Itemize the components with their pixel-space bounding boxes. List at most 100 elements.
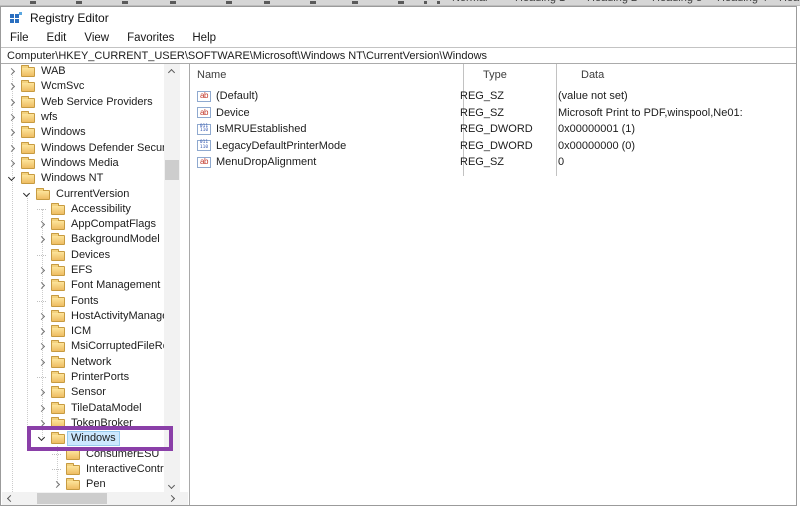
clipped-toolbar-icon [310, 1, 316, 4]
tree-expander-icon[interactable] [35, 431, 49, 446]
folder-icon [51, 416, 65, 429]
tree-key-row[interactable]: InteractiveControl [1, 462, 165, 477]
tree-expander-icon[interactable] [50, 462, 64, 477]
menu-item[interactable]: View [75, 32, 118, 44]
dword-value-icon [197, 140, 211, 152]
tree-key-row[interactable]: CurrentVersion [1, 186, 165, 201]
tree-expander-icon[interactable] [35, 294, 49, 309]
tree-key-label: HostActivityManager [71, 309, 165, 322]
folder-icon [51, 355, 65, 368]
tree-expander-icon[interactable] [35, 324, 49, 339]
value-name: Device [216, 106, 250, 119]
tree-expander-icon[interactable] [35, 370, 49, 385]
list-header: Name Type Data [190, 64, 796, 86]
tree-key-label: Windows NT [41, 172, 104, 185]
menu-item[interactable]: File [1, 32, 38, 44]
tree-key-row[interactable]: Fonts [1, 293, 165, 308]
tree-key-row[interactable]: WAB [1, 64, 165, 79]
tree-expander-icon[interactable] [35, 355, 49, 370]
tree-key-row[interactable]: AppCompatFlags [1, 217, 165, 232]
tree-expander-icon[interactable] [50, 477, 64, 492]
tree-key-row[interactable]: PrinterPorts [1, 370, 165, 385]
tree-key-row[interactable]: Windows [1, 431, 165, 447]
column-header-type[interactable]: Type [481, 69, 579, 81]
column-header-data[interactable]: Data [579, 69, 604, 81]
tree-expander-icon[interactable] [5, 64, 19, 79]
tree-expander-icon[interactable] [5, 156, 19, 171]
tree-key-row[interactable]: Network [1, 355, 165, 370]
tree-key-label: Fonts [71, 294, 99, 307]
tree-expander-icon[interactable] [35, 416, 49, 431]
horizontal-scroll-thumb[interactable] [37, 493, 107, 504]
tree-key-row[interactable]: Devices [1, 248, 165, 263]
tree-expander-icon[interactable] [20, 187, 34, 202]
folder-icon [51, 371, 65, 384]
tree-expander-icon[interactable] [5, 79, 19, 94]
tree-horizontal-scrollbar[interactable] [2, 492, 188, 505]
tree-key-row[interactable]: Windows Media [1, 156, 165, 171]
tree-expander-icon[interactable] [5, 141, 19, 156]
tree-key-row[interactable]: Accessibility [1, 202, 165, 217]
tree-vertical-scrollbar[interactable] [164, 64, 180, 494]
menu-item[interactable]: Help [183, 32, 225, 44]
menu-item[interactable]: Favorites [118, 32, 183, 44]
tree-key-row[interactable]: WcmSvc [1, 79, 165, 94]
folder-icon [66, 447, 80, 460]
folder-icon [21, 95, 35, 108]
tree-expander-icon[interactable] [35, 202, 49, 217]
scroll-up-arrow[interactable] [164, 64, 180, 79]
tree-key-row[interactable]: Windows [1, 125, 165, 140]
tree-expander-icon[interactable] [35, 248, 49, 263]
tree-expander-icon[interactable] [35, 385, 49, 400]
tree-key-row[interactable]: ICM [1, 324, 165, 339]
folder-icon [51, 325, 65, 338]
menu-bar: File Edit View Favorites Help [1, 29, 796, 47]
tree-key-row[interactable]: TokenBroker [1, 416, 165, 431]
tree-expander-icon[interactable] [35, 263, 49, 278]
registry-value-row[interactable]: LegacyDefaultPrinterMode REG_DWORD 0x000… [190, 138, 796, 155]
background-style-label: Normal [452, 0, 487, 4]
menu-item[interactable]: Edit [38, 32, 76, 44]
tree-key-row[interactable]: Web Service Providers [1, 95, 165, 110]
tree-expander-icon[interactable] [50, 447, 64, 462]
value-data: 0x00000001 (1) [558, 123, 636, 136]
tree-key-row[interactable]: MsiCorruptedFileRecovery [1, 339, 165, 354]
tree-key-row[interactable]: BackgroundModel [1, 232, 165, 247]
folder-icon [21, 80, 35, 93]
tree-key-row[interactable]: TileDataModel [1, 401, 165, 416]
tree-key-row[interactable]: Sensor [1, 385, 165, 400]
tree-key-row[interactable]: Windows Defender Security Ce [1, 140, 165, 155]
tree-expander-icon[interactable] [35, 339, 49, 354]
tree-key-label: Windows Media [41, 156, 119, 169]
value-data: (value not set) [558, 90, 628, 103]
registry-value-row[interactable]: Device REG_SZ Microsoft Print to PDF,win… [190, 105, 796, 122]
registry-value-row[interactable]: IsMRUEstablished REG_DWORD 0x00000001 (1… [190, 121, 796, 138]
tree-expander-icon[interactable] [5, 95, 19, 110]
tree-key-row[interactable]: Pen [1, 477, 165, 492]
tree-key-row[interactable]: Font Management [1, 278, 165, 293]
tree-expander-icon[interactable] [35, 278, 49, 293]
tree-key-row[interactable]: Windows NT [1, 171, 165, 186]
scroll-left-arrow[interactable] [2, 492, 17, 505]
tree-expander-icon[interactable] [35, 309, 49, 324]
tree-key-row[interactable]: EFS [1, 263, 165, 278]
tree-expander-icon[interactable] [5, 171, 19, 186]
tree-key-label: WcmSvc [41, 80, 85, 93]
tree-expander-icon[interactable] [35, 217, 49, 232]
column-header-name[interactable]: Name [197, 69, 481, 81]
registry-value-row[interactable]: MenuDropAlignment REG_SZ 0 [190, 154, 796, 171]
key-tree-panel: WAB WcmSvc Web Service Providers wfs Win… [1, 64, 190, 505]
registry-path-input[interactable] [1, 49, 796, 62]
tree-expander-icon[interactable] [5, 125, 19, 140]
vertical-scroll-thumb[interactable] [165, 160, 179, 180]
tree-key-row[interactable]: wfs [1, 110, 165, 125]
title-bar[interactable]: Registry Editor [1, 7, 796, 29]
scroll-right-arrow[interactable] [165, 492, 180, 505]
tree-expander-icon[interactable] [35, 232, 49, 247]
tree-expander-icon[interactable] [5, 110, 19, 125]
registry-value-row[interactable]: (Default) REG_SZ (value not set) [190, 88, 796, 105]
tree-expander-icon[interactable] [35, 401, 49, 416]
tree-key-row[interactable]: ConsumerESU [1, 446, 165, 461]
clipped-toolbar-icon [352, 1, 358, 4]
tree-key-row[interactable]: HostActivityManager [1, 309, 165, 324]
